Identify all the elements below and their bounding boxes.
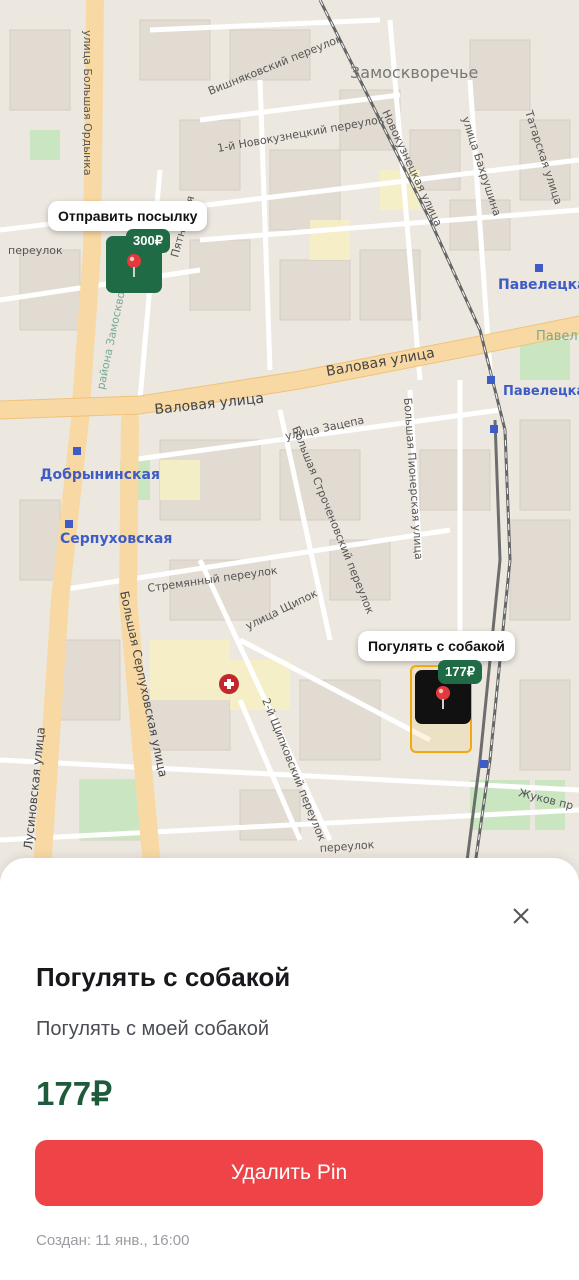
pin-price-badge: 300₽ [126, 229, 170, 253]
metro-station-label[interactable]: Павелецкая [498, 277, 579, 293]
close-button[interactable] [505, 900, 537, 932]
pin-price: 177₽ [36, 1075, 113, 1112]
metro-station-label[interactable]: Серпуховская [60, 531, 172, 547]
map-street-label: улица Большая Ордынка [81, 30, 94, 176]
pin-price-badge: 177₽ [438, 660, 482, 684]
delete-pin-button[interactable]: Удалить Pin [35, 1140, 543, 1206]
pin-callout[interactable]: Погулять с собакой [358, 631, 515, 661]
pin-callout[interactable]: Отправить посылку [48, 201, 208, 231]
created-timestamp: Создан: 11 янв., 16:00 [36, 1232, 190, 1249]
pin-details-sheet [0, 858, 579, 1280]
map-district-label: Замоскворечье [350, 63, 478, 82]
pin-description: Погулять с моей собакой [36, 1018, 270, 1040]
map-view[interactable]: Замоскворечье Вишняковский переулок 1-й … [0, 0, 579, 900]
metro-station-label[interactable]: Добрынинская [40, 467, 160, 483]
map-street-label: переулок [8, 244, 63, 257]
hospital-icon [219, 674, 239, 694]
pin-title: Погулять с собакой [36, 962, 291, 992]
map-canvas[interactable]: Замоскворечье Вишняковский переулок 1-й … [0, 0, 579, 900]
map-pin-icon [127, 253, 141, 277]
map-street-label: Павел [536, 329, 578, 344]
metro-station-label[interactable]: Павелецкая [503, 384, 579, 399]
close-icon [513, 908, 529, 924]
map-pin-icon [436, 686, 450, 709]
